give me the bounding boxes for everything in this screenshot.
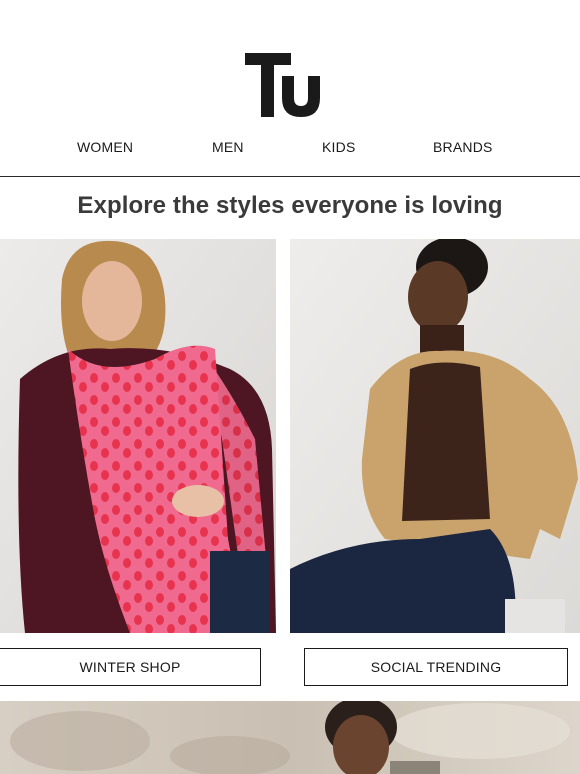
tu-logo[interactable] — [244, 52, 324, 118]
nav-item-men[interactable]: MEN — [212, 139, 244, 155]
hero-banner-photo — [0, 701, 580, 774]
main-nav: WOMEN MEN KIDS BRANDS — [0, 139, 580, 159]
winter-shop-button[interactable]: WINTER SHOP — [0, 648, 261, 686]
hero-banner-image[interactable] — [0, 701, 580, 774]
nav-item-kids[interactable]: KIDS — [322, 139, 355, 155]
nav-item-brands[interactable]: BRANDS — [433, 139, 493, 155]
winter-shop-photo — [0, 239, 276, 633]
social-trending-photo — [290, 239, 580, 633]
social-trending-image[interactable] — [290, 239, 580, 633]
social-trending-button[interactable]: SOCIAL TRENDING — [304, 648, 568, 686]
section-headline: Explore the styles everyone is loving — [77, 192, 503, 219]
nav-divider — [0, 176, 580, 177]
winter-shop-image[interactable] — [0, 239, 276, 633]
tu-logo-mark — [245, 53, 320, 117]
nav-item-women[interactable]: WOMEN — [77, 139, 133, 155]
